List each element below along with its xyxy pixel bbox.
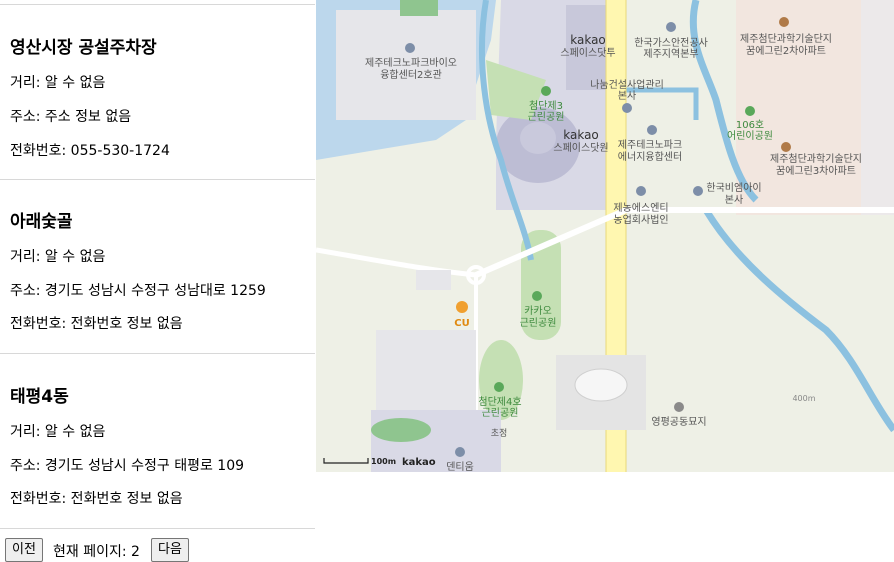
map-label: 첨단제3 [529, 100, 563, 112]
map-label: kakao [570, 33, 606, 47]
park-icon [532, 291, 542, 301]
map-label: 첨단제4호 [478, 396, 521, 408]
map-label: 에너지융합센터 [618, 151, 682, 163]
result-distance: 거리: 알 수 없음 [10, 424, 106, 440]
result-address: 주소: 경기도 성남시 수정구 태평로 109 [10, 458, 245, 474]
result-card[interactable]: 영산시장 공설주차장 거리: 알 수 없음 주소: 주소 정보 없음 전화번호:… [0, 4, 315, 180]
map-label: 106호 [736, 119, 764, 131]
building-icon [666, 22, 676, 32]
map-label: 꿈에그린2차아파트 [746, 45, 826, 57]
map-label: 융합센터2호관 [380, 69, 442, 81]
park-icon [541, 86, 551, 96]
map-label: CU [454, 318, 469, 329]
map-label: 제주테크노파크바이오 [365, 57, 457, 69]
building-icon [693, 186, 703, 196]
result-name: 태평4동 [10, 387, 69, 407]
map-label: 제주첨단과학기술단지 [740, 33, 832, 45]
map-label: 제주테크노파크 [618, 139, 682, 151]
map-label: 400m [792, 394, 815, 403]
cemetery-icon [674, 402, 684, 412]
building-icon [647, 125, 657, 135]
map-label: 어린이공원 [727, 130, 773, 142]
building-icon [405, 43, 415, 53]
map-canvas[interactable]: 제주테크노파크바이오 융합센터2호관 kakao 스페이스닷투 한국가스안전공사… [316, 0, 894, 472]
building-icon [622, 103, 632, 113]
building-icon [455, 447, 465, 457]
result-phone: 전화번호: 전화번호 정보 없음 [10, 491, 183, 507]
park-icon [745, 106, 755, 116]
result-address: 주소: 주소 정보 없음 [10, 109, 132, 125]
results-sidebar: 영산시장 공설주차장 거리: 알 수 없음 주소: 주소 정보 없음 전화번호:… [0, 0, 315, 562]
map-label: 제농에스엔티 [613, 202, 668, 214]
map-label: kakao [563, 128, 599, 142]
map-label: 농업회사법인 [613, 213, 668, 226]
map-label: 본사 [618, 90, 636, 102]
result-phone: 전화번호: 전화번호 정보 없음 [10, 316, 183, 332]
map-label: 제주지역본부 [643, 48, 698, 60]
result-card[interactable]: 태평4동 거리: 알 수 없음 주소: 경기도 성남시 수정구 태평로 109 … [0, 353, 315, 529]
result-name: 영산시장 공설주차장 [10, 38, 157, 58]
map-label: 한국비엠아이 [706, 182, 761, 194]
result-card[interactable]: 아래숯골 거리: 알 수 없음 주소: 경기도 성남시 수정구 성남대로 125… [0, 179, 315, 354]
current-page-text: 현재 페이지: 2 [53, 544, 140, 560]
prev-page-button[interactable]: 이전 [5, 538, 43, 562]
store-icon [456, 301, 468, 313]
map-label: 나눔건설사업관리 [590, 78, 664, 91]
result-phone: 전화번호: 055-530-1724 [10, 143, 170, 159]
map-label: 근린공원 [528, 111, 565, 123]
apartment-icon [779, 17, 789, 27]
map-label: 제주첨단과학기술단지 [770, 153, 862, 165]
result-address: 주소: 경기도 성남시 수정구 성남대로 1259 [10, 283, 266, 299]
park-icon [494, 382, 504, 392]
map-label: 스페이스닷원 [553, 142, 608, 154]
map-label: 근린공원 [482, 407, 519, 419]
map-label: 덴티움 [446, 461, 474, 472]
map-label: 카카오 [524, 305, 552, 317]
map-label: 꿈에그린3차아파트 [776, 165, 856, 177]
apartment-icon [781, 142, 791, 152]
map-label: 한국가스안전공사 [634, 37, 708, 49]
map-label: 초정 [491, 428, 508, 439]
result-distance: 거리: 알 수 없음 [10, 75, 106, 91]
map-label: 스페이스닷투 [560, 47, 615, 59]
pagination: 이전 현재 페이지: 2 다음 [0, 528, 315, 562]
map-view[interactable]: 제주테크노파크바이오 융합센터2호관 kakao 스페이스닷투 한국가스안전공사… [316, 0, 894, 472]
map-brand-logo: kakao [402, 457, 436, 468]
map-label: 근린공원 [520, 317, 557, 329]
next-page-button[interactable]: 다음 [151, 538, 189, 562]
building-icon [636, 186, 646, 196]
scale-label: 100m [371, 457, 396, 466]
map-label: 본사 [725, 194, 743, 206]
map-label: 영평공동묘지 [651, 416, 706, 428]
result-distance: 거리: 알 수 없음 [10, 249, 106, 265]
result-name: 아래숯골 [10, 212, 73, 232]
